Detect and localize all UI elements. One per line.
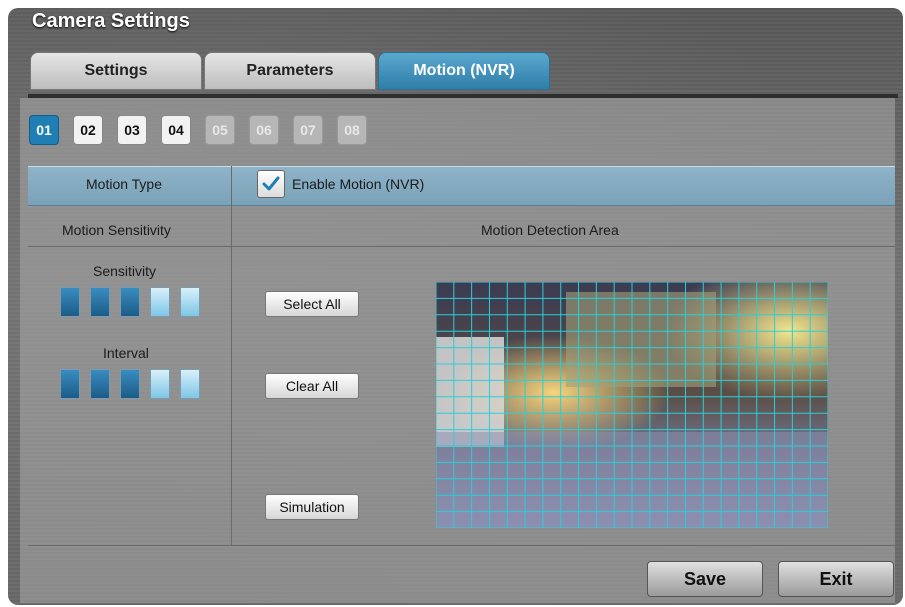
interval-bar-5[interactable]: [180, 369, 200, 399]
footer-divider: [28, 545, 895, 546]
channel-button-01[interactable]: 01: [29, 115, 59, 145]
exit-button[interactable]: Exit: [778, 561, 894, 597]
tab-motion-nvr[interactable]: Motion (NVR): [378, 52, 550, 90]
channel-button-06: 06: [249, 115, 279, 145]
interval-bar-1[interactable]: [60, 369, 80, 399]
window-title: Camera Settings: [32, 10, 190, 32]
checkmark-icon: [262, 176, 280, 191]
interval-label: Interval: [103, 345, 149, 361]
sensitivity-bar-3[interactable]: [120, 287, 140, 317]
enable-motion-label: Enable Motion (NVR): [292, 176, 425, 192]
interval-bar-4[interactable]: [150, 369, 170, 399]
motion-type-label: Motion Type: [86, 176, 163, 192]
interval-bar-2[interactable]: [90, 369, 110, 399]
select-all-button[interactable]: Select All: [265, 291, 359, 317]
building-shape: [566, 292, 716, 387]
sensitivity-bar-4[interactable]: [150, 287, 170, 317]
enable-motion-checkbox[interactable]: [257, 170, 285, 198]
sensitivity-bar-1[interactable]: [60, 287, 80, 317]
motion-detection-area-header: Motion Detection Area: [481, 222, 619, 238]
bus-shape: [436, 337, 504, 447]
channel-button-04[interactable]: 04: [161, 115, 191, 145]
motion-grid-overlay[interactable]: [436, 282, 828, 528]
sensitivity-bar-5[interactable]: [180, 287, 200, 317]
motion-sensitivity-header: Motion Sensitivity: [62, 222, 171, 238]
channel-button-05: 05: [205, 115, 235, 145]
save-button[interactable]: Save: [647, 561, 763, 597]
sensitivity-label: Sensitivity: [93, 263, 157, 279]
clear-all-button[interactable]: Clear All: [265, 373, 359, 399]
simulation-button[interactable]: Simulation: [265, 494, 359, 520]
column-divider: [231, 166, 232, 546]
interval-bar-3[interactable]: [120, 369, 140, 399]
sensitivity-bar-2[interactable]: [90, 287, 110, 317]
channel-button-08: 08: [337, 115, 367, 145]
tab-parameters[interactable]: Parameters: [204, 52, 376, 90]
header-divider: [28, 246, 895, 247]
channel-button-02[interactable]: 02: [73, 115, 103, 145]
channel-button-07: 07: [293, 115, 323, 145]
channel-button-03[interactable]: 03: [117, 115, 147, 145]
camera-preview-image[interactable]: [436, 282, 828, 528]
tab-settings[interactable]: Settings: [30, 52, 202, 90]
